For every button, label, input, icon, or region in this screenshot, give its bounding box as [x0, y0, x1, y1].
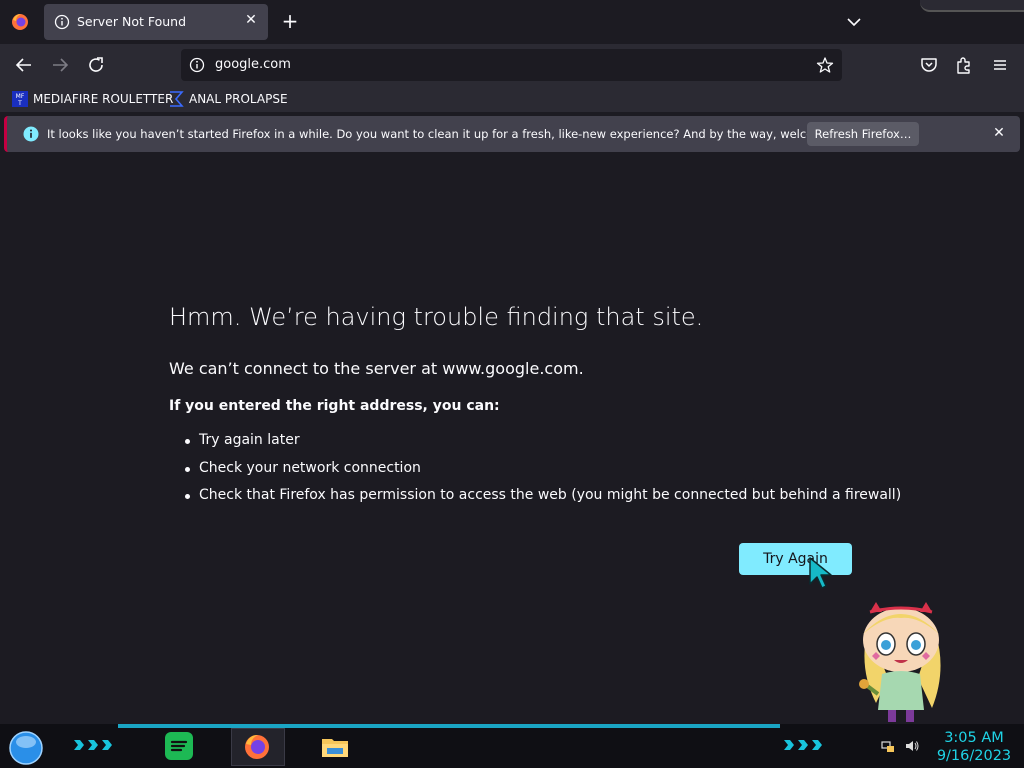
- info-icon: [23, 126, 39, 142]
- error-title: Hmm. We’re having trouble finding that s…: [169, 303, 704, 331]
- suggestion-list: Try again later Check your network conne…: [185, 432, 901, 515]
- sigma-icon: [170, 91, 184, 107]
- tab-strip: Server Not Found ✕ +: [0, 0, 1024, 44]
- bookmark-label: ANAL PROLAPSE: [189, 92, 288, 106]
- system-clock[interactable]: 3:05 AM 9/16/2023: [932, 729, 1016, 765]
- try-again-button[interactable]: Try Again: [739, 543, 852, 575]
- extensions-icon[interactable]: [952, 53, 976, 77]
- decorative-chevrons-icon: [74, 740, 112, 750]
- decorative-chevrons-icon: [784, 740, 822, 750]
- tab-title: Server Not Found: [77, 14, 187, 29]
- volume-icon[interactable]: [904, 738, 920, 754]
- reload-icon[interactable]: [84, 53, 108, 77]
- back-icon[interactable]: [12, 53, 36, 77]
- clock-date: 9/16/2023: [936, 748, 1012, 764]
- mouse-cursor-icon: [809, 557, 832, 589]
- file-explorer-icon[interactable]: [319, 730, 351, 762]
- mediafire-icon: MF T: [12, 91, 28, 107]
- chevron-down-icon[interactable]: [845, 13, 863, 31]
- new-tab-icon[interactable]: +: [280, 11, 300, 32]
- list-item: Check that Firefox has permission to acc…: [185, 487, 901, 515]
- tab-server-not-found[interactable]: Server Not Found ✕: [44, 4, 268, 40]
- refresh-firefox-button[interactable]: Refresh Firefox…: [807, 122, 919, 146]
- list-item: Check your network connection: [185, 460, 901, 488]
- clock-time: 3:05 AM: [944, 730, 1004, 746]
- window-frame-decoration: [920, 0, 1024, 12]
- close-icon[interactable]: ✕: [992, 126, 1006, 140]
- navigation-toolbar: google.com: [0, 44, 1024, 86]
- svg-text:MF: MF: [16, 93, 25, 100]
- close-tab-icon[interactable]: ✕: [244, 13, 258, 27]
- taskbar-item-firefox[interactable]: [231, 728, 285, 766]
- url-text[interactable]: google.com: [215, 57, 291, 72]
- spotify-icon[interactable]: [163, 730, 195, 762]
- firefox-icon: [245, 735, 269, 759]
- taskbar-accent-line: [118, 724, 780, 728]
- menu-icon[interactable]: [988, 53, 1012, 77]
- taskbar: 3:05 AM 9/16/2023: [0, 724, 1024, 768]
- url-bar[interactable]: google.com: [181, 49, 842, 81]
- firefox-icon[interactable]: [10, 12, 30, 32]
- refresh-notification-bar: It looks like you haven’t started Firefo…: [4, 116, 1020, 152]
- error-lead: We can’t connect to the server at www.go…: [169, 359, 584, 378]
- site-info-icon[interactable]: [189, 57, 205, 73]
- bookmark-star-icon[interactable]: [816, 56, 834, 74]
- bookmarks-toolbar: MF T MEDIAFIRE ROULETTER ANAL PROLAPSE: [0, 86, 1024, 112]
- forward-icon[interactable]: [48, 53, 72, 77]
- cartoon-character-sticker: [859, 602, 941, 722]
- bookmark-sigma[interactable]: ANAL PROLAPSE: [168, 90, 288, 108]
- start-orb-icon[interactable]: [8, 730, 44, 766]
- network-icon[interactable]: [880, 738, 896, 754]
- pocket-icon[interactable]: [917, 53, 941, 77]
- error-subheading: If you entered the right address, you ca…: [169, 398, 500, 414]
- svg-text:T: T: [17, 100, 22, 107]
- info-icon: [54, 14, 70, 30]
- bookmark-label: MEDIAFIRE ROULETTER: [33, 92, 174, 106]
- bookmark-mediafire[interactable]: MF T MEDIAFIRE ROULETTER: [12, 90, 173, 108]
- list-item: Try again later: [185, 432, 901, 460]
- notification-message: It looks like you haven’t started Firefo…: [47, 127, 868, 141]
